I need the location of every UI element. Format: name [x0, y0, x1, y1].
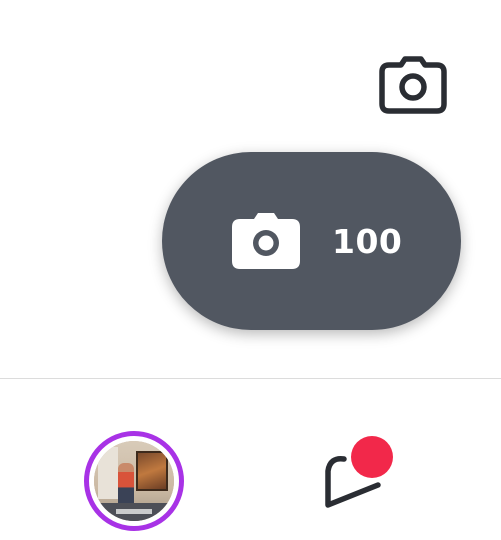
inbox-button[interactable]: [318, 433, 398, 513]
bottom-navigation: [0, 379, 501, 540]
camera-count-pill[interactable]: 100: [162, 152, 461, 330]
notification-badge: [351, 436, 393, 478]
app-screen: 100: [0, 0, 501, 540]
camera-count: 100: [332, 221, 403, 261]
profile-avatar-button[interactable]: [84, 431, 184, 531]
camera-outline-icon: [379, 56, 447, 114]
camera-filled-icon: [230, 211, 302, 271]
camera-button[interactable]: [378, 55, 448, 115]
chat-bubble-icon: [325, 436, 393, 508]
avatar: [94, 441, 174, 521]
